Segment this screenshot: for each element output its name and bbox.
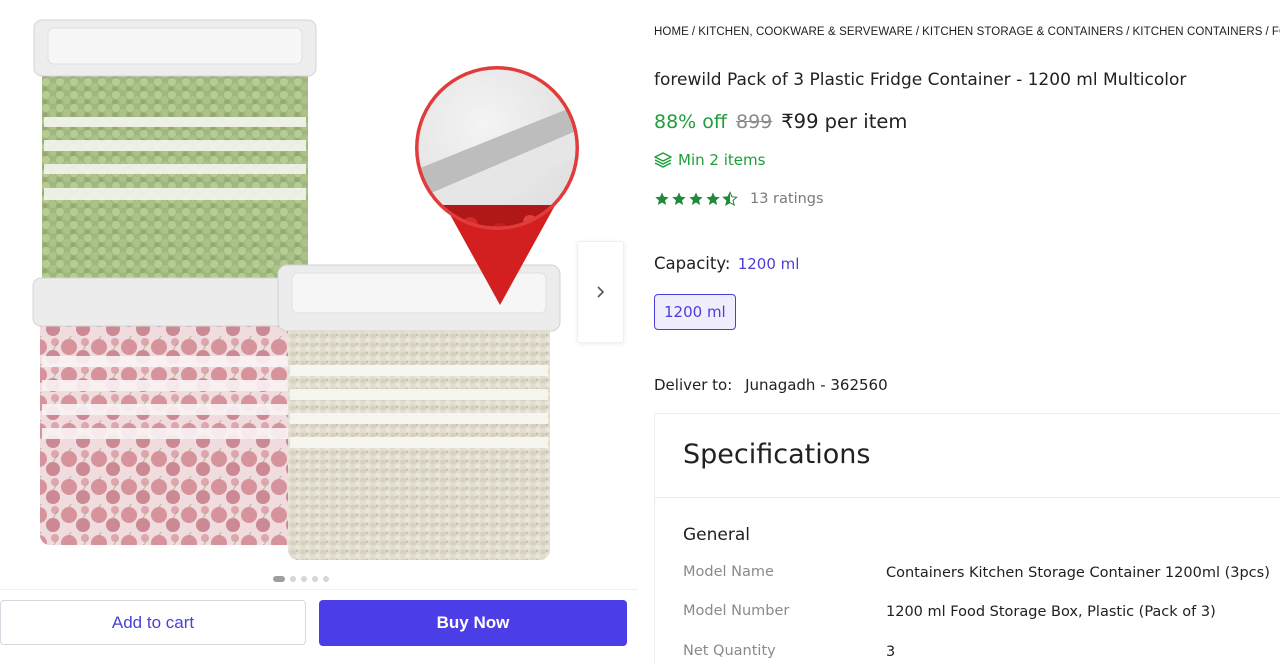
capacity-selected-value: 1200 ml (737, 255, 800, 273)
divider (655, 497, 1280, 498)
pager-dot[interactable] (312, 576, 318, 582)
min-quantity-label: Min 2 items (678, 151, 766, 169)
spec-value: Containers Kitchen Storage Container 120… (886, 565, 1270, 581)
discount-label: 88% off (654, 111, 727, 133)
spec-group-title: General (683, 525, 750, 545)
half-star-icon (722, 191, 738, 207)
star-icon (672, 192, 686, 205)
selling-price: ₹99 per item (781, 110, 908, 133)
action-bar: Add to cart Buy Now (0, 589, 638, 666)
star-icon (689, 192, 703, 205)
chevron-right-icon (596, 286, 604, 298)
delivery-location[interactable]: Junagadh - 362560 (745, 376, 888, 394)
capacity-option[interactable]: 1200 ml (654, 294, 736, 330)
spec-value: 1200 ml Food Storage Box, Plastic (Pack … (886, 604, 1216, 620)
breadcrumb-separator: / (915, 26, 920, 38)
breadcrumb-item[interactable]: HOME (654, 26, 689, 38)
specifications-heading: Specifications (683, 439, 871, 470)
product-title: forewild Pack of 3 Plastic Fridge Contai… (654, 70, 1187, 90)
price-row: 88% off 899 ₹99 per item (654, 110, 907, 133)
capacity-label: Capacity: (654, 254, 731, 273)
capacity-row: Capacity: 1200 ml (654, 254, 799, 273)
pager-dot[interactable] (301, 576, 307, 582)
pager-dot[interactable] (323, 576, 329, 582)
image-pager (273, 575, 329, 583)
product-image[interactable] (0, 0, 640, 590)
spec-key: Model Name (683, 564, 774, 580)
delivery-label: Deliver to: (654, 376, 733, 394)
breadcrumb-separator: / (1126, 26, 1130, 38)
breadcrumb-item[interactable]: KITCHEN STORAGE & CONTAINERS (922, 26, 1123, 38)
breadcrumb-item[interactable]: KITCHEN, COOKWARE & SERVEWARE (698, 26, 913, 38)
min-quantity: Min 2 items (654, 151, 765, 169)
specifications-card: Specifications General Model Name Contai… (654, 413, 1280, 665)
next-image-button[interactable] (577, 241, 624, 343)
buy-now-button[interactable]: Buy Now (319, 600, 627, 646)
delivery-row[interactable]: Deliver to: Junagadh - 362560 (654, 376, 888, 394)
product-gallery: Add to cart Buy Now (0, 0, 640, 665)
rating-stars (654, 191, 738, 207)
breadcrumb-separator: / (1265, 26, 1269, 38)
product-details: HOME / KITCHEN, COOKWARE & SERVEWARE / KITCH… (654, 0, 1280, 665)
ratings-count[interactable]: 13 ratings (750, 191, 824, 207)
spec-key: Net Quantity (683, 643, 776, 659)
add-to-cart-button[interactable]: Add to cart (0, 600, 306, 645)
star-icon (706, 192, 720, 205)
mrp-price: 899 (736, 111, 773, 133)
layers-icon (654, 152, 672, 168)
breadcrumb-separator: / (691, 26, 696, 38)
breadcrumb: HOME / KITCHEN, COOKWARE & SERVEWARE / KITCH… (654, 26, 1280, 38)
star-icon (655, 192, 669, 205)
breadcrumb-item[interactable]: FOREWILD KITCHEN CONTAINERS (1272, 26, 1280, 38)
spec-key: Model Number (683, 603, 790, 619)
spec-value: 3 (886, 644, 896, 660)
rating-row[interactable]: 13 ratings (654, 191, 824, 207)
pager-dot[interactable] (290, 576, 296, 582)
pager-dot[interactable] (273, 576, 285, 582)
breadcrumb-item[interactable]: KITCHEN CONTAINERS (1133, 26, 1263, 38)
